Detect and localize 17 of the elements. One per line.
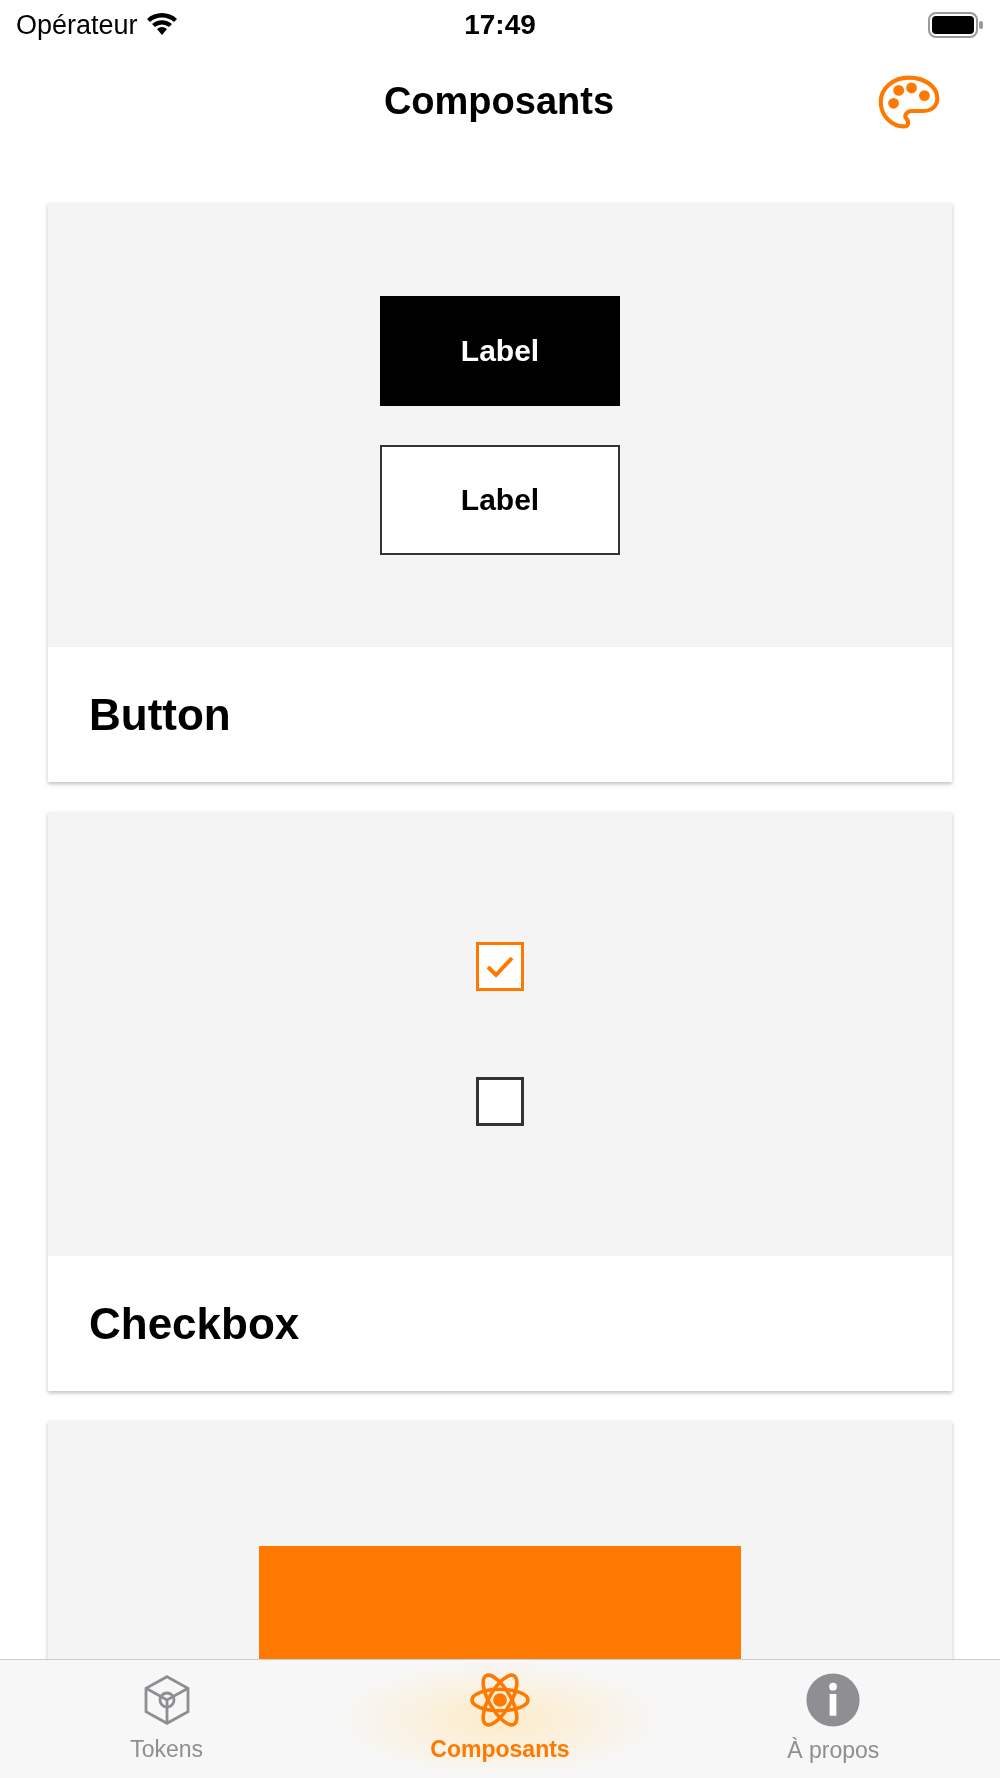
atom-icon bbox=[469, 1671, 531, 1728]
card-title: Button bbox=[89, 688, 231, 741]
checkbox[interactable] bbox=[476, 1077, 524, 1126]
carrier-name: Opérateur bbox=[16, 8, 138, 42]
component-card[interactable]: Checkbox bbox=[48, 812, 952, 1391]
check-icon bbox=[485, 954, 515, 979]
filled-button[interactable]: Label bbox=[380, 295, 620, 406]
screen-title: Composants bbox=[383, 79, 615, 124]
card-title: Checkbox bbox=[89, 1297, 300, 1350]
checkbox[interactable] bbox=[476, 942, 524, 991]
battery-icon bbox=[928, 12, 984, 38]
clock-time: 17:49 bbox=[464, 8, 536, 42]
palette-icon[interactable] bbox=[878, 74, 940, 129]
info-icon bbox=[804, 1670, 863, 1729]
wifi-icon bbox=[145, 13, 178, 37]
outlined-button[interactable]: Label bbox=[380, 444, 620, 555]
component-card[interactable]: Label Label Button bbox=[48, 203, 952, 782]
